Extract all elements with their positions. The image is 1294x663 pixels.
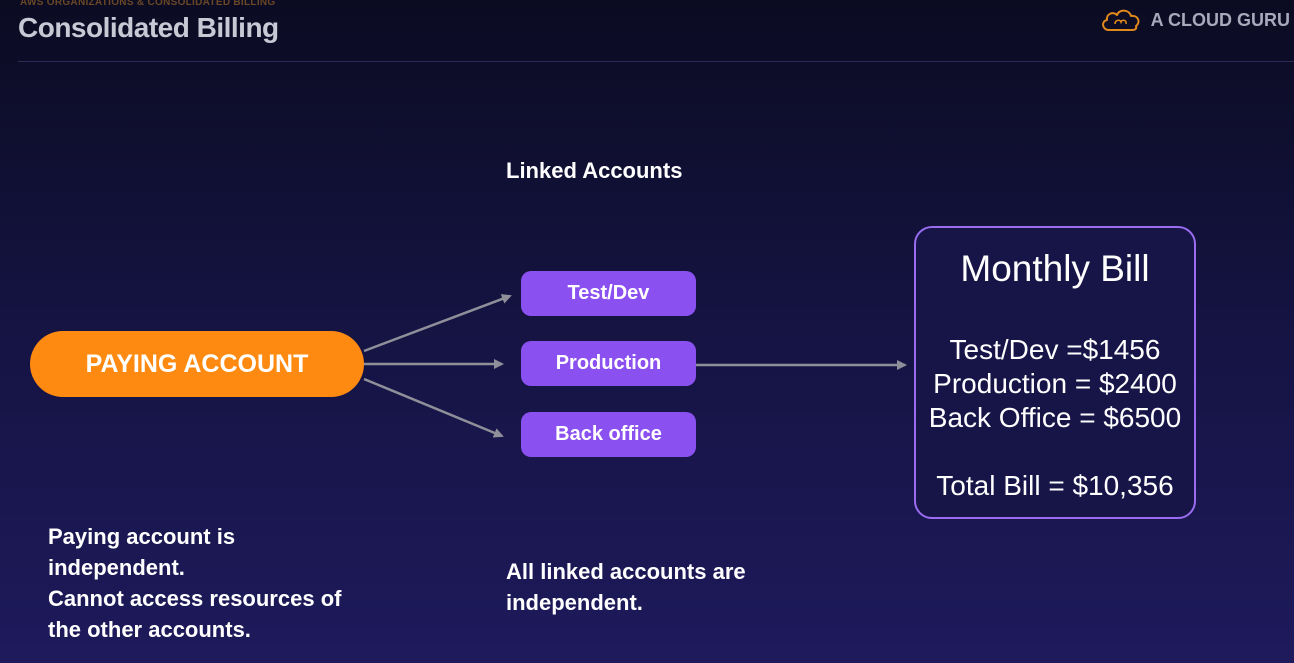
linked-account-back-office: Back office bbox=[521, 412, 696, 457]
monthly-bill-box: Monthly Bill Test/Dev =$1456 Production … bbox=[914, 226, 1196, 519]
linked-account-test-dev: Test/Dev bbox=[521, 271, 696, 316]
note-line: Cannot access resources of bbox=[48, 586, 342, 611]
paying-account-note: Paying account is independent. Cannot ac… bbox=[48, 521, 341, 645]
monthly-bill-title: Monthly Bill bbox=[960, 248, 1150, 289]
linked-accounts-note: All linked accounts are independent. bbox=[506, 556, 746, 618]
note-line: the other accounts. bbox=[48, 617, 251, 642]
note-line: Paying account is bbox=[48, 524, 236, 549]
bill-line-back-office: Back Office = $6500 bbox=[928, 402, 1182, 433]
arrow-to-test-dev bbox=[363, 294, 512, 353]
note-line: independent. bbox=[48, 555, 185, 580]
paying-account-node: PAYING ACCOUNT bbox=[30, 331, 364, 397]
note-line: independent. bbox=[506, 590, 643, 615]
bill-line-test-dev: Test/Dev =$1456 bbox=[949, 334, 1161, 365]
arrow-to-back-office bbox=[363, 377, 504, 438]
bill-total: Total Bill = $10,356 bbox=[936, 470, 1174, 501]
note-line: All linked accounts are bbox=[506, 559, 746, 584]
linked-account-production: Production bbox=[521, 341, 696, 386]
bill-line-production: Production = $2400 bbox=[933, 368, 1177, 399]
